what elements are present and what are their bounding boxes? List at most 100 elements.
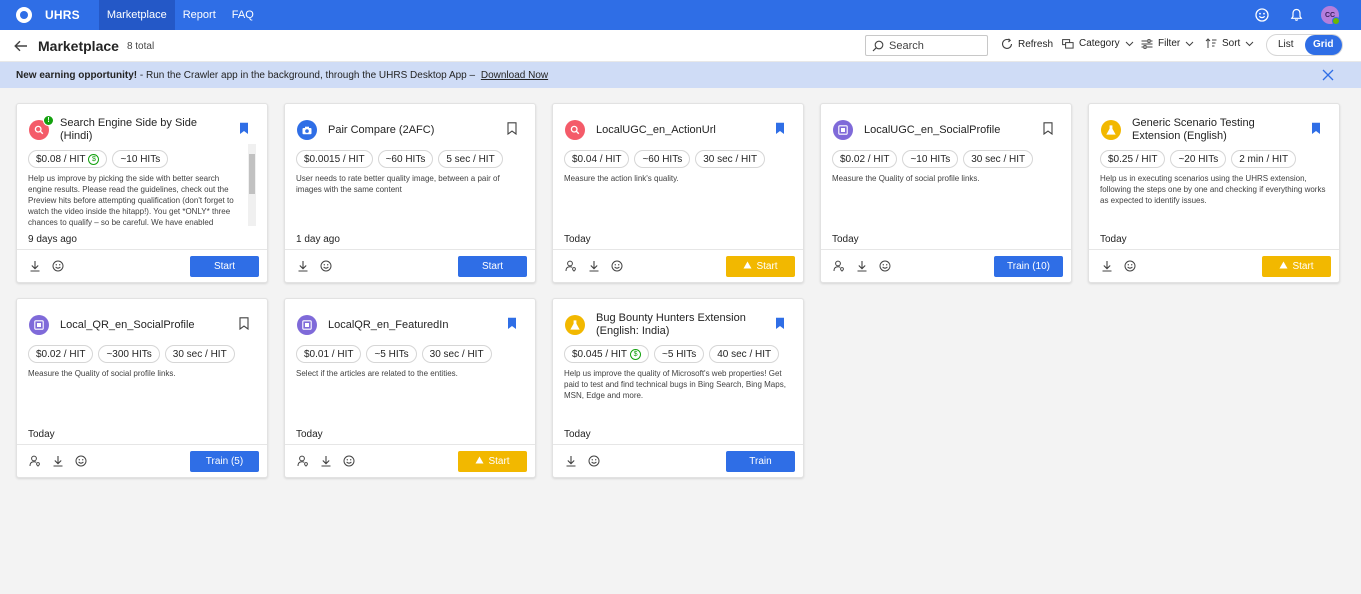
nav-tab-faq[interactable]: FAQ	[224, 0, 262, 30]
download-icon[interactable]	[297, 260, 309, 272]
hitapp-card-1: ! Search Engine Side by Side (Hindi) $0.…	[16, 103, 268, 283]
action-button-label: Start	[488, 456, 510, 467]
camera-icon	[297, 120, 317, 140]
price-pill-text: $0.02 / HIT	[36, 348, 86, 360]
bookmark-filled-icon[interactable]	[507, 317, 517, 330]
close-icon[interactable]	[1321, 68, 1335, 82]
download-icon[interactable]	[320, 455, 332, 467]
download-icon[interactable]	[1101, 260, 1113, 272]
feedback-smiley-icon[interactable]	[343, 455, 355, 467]
uhrs-logo-icon[interactable]	[16, 7, 32, 23]
bookmark-icon[interactable]	[507, 122, 517, 136]
price-pill: $0.25 / HIT	[1100, 150, 1166, 168]
bookmark-filled-icon[interactable]	[775, 122, 785, 135]
nav-tab-report[interactable]: Report	[175, 0, 224, 30]
start-button[interactable]: Start	[190, 256, 259, 277]
card-stats: $0.25 / HIT ~20 HITs 2 min / HIT	[1100, 150, 1297, 168]
qualification-user-icon[interactable]	[833, 260, 845, 272]
start-button[interactable]: Start	[726, 256, 795, 277]
start-button[interactable]: Start	[458, 451, 527, 472]
feedback-smiley-icon[interactable]	[611, 260, 623, 272]
scrollbar-thumb[interactable]	[249, 154, 255, 194]
hitapp-card-7: LocalQR_en_FeaturedIn $0.01 / HIT ~5 HITs…	[284, 298, 536, 478]
notification-bell-icon[interactable]	[1287, 6, 1305, 24]
download-icon[interactable]	[588, 260, 600, 272]
qualification-user-icon[interactable]	[565, 260, 577, 272]
card-title[interactable]: Generic Scenario Testing Extension (Engl…	[1132, 117, 1297, 143]
download-icon[interactable]	[52, 455, 64, 467]
price-pill: $0.02 / HIT	[832, 150, 898, 168]
download-icon[interactable]	[29, 260, 41, 272]
card-footer: Start	[285, 249, 535, 283]
nav-tab-marketplace[interactable]: Marketplace	[98, 0, 175, 30]
feedback-smiley-icon[interactable]	[1124, 260, 1136, 272]
user-avatar[interactable]: CC	[1321, 6, 1340, 25]
card-header: LocalUGC_en_SocialProfile	[833, 116, 1059, 144]
card-title[interactable]: LocalQR_en_FeaturedIn	[328, 319, 493, 332]
train-button[interactable]: Train (5)	[190, 451, 259, 472]
train-button[interactable]: Train	[726, 451, 795, 472]
bookmark-icon[interactable]	[1043, 122, 1053, 136]
refresh-button[interactable]: Refresh	[1001, 38, 1053, 50]
card-title[interactable]: Bug Bounty Hunters Extension (English: I…	[596, 312, 761, 338]
feedback-smiley-icon[interactable]	[588, 455, 600, 467]
grid-view-option[interactable]: Grid	[1304, 35, 1342, 55]
time-pill-text: 5 sec / HIT	[446, 153, 495, 165]
bookmark-filled-icon[interactable]	[1311, 122, 1321, 135]
card-title[interactable]: Local_QR_en_SocialProfile	[60, 319, 225, 332]
start-button[interactable]: Start	[458, 256, 527, 277]
feedback-smiley-icon[interactable]	[320, 260, 332, 272]
back-arrow-icon[interactable]	[14, 38, 30, 54]
earning-banner: New earning opportunity! - Run the Crawl…	[0, 62, 1361, 88]
time-pill-text: 30 sec / HIT	[971, 153, 1026, 165]
list-view-option[interactable]: List	[1267, 35, 1305, 55]
action-button-label: Train (5)	[205, 456, 244, 467]
card-date: Today	[832, 234, 859, 245]
card-title[interactable]: Pair Compare (2AFC)	[328, 124, 493, 137]
card-title[interactable]: Search Engine Side by Side (Hindi)	[60, 117, 225, 143]
local-icon	[29, 315, 49, 335]
hits-pill: ~5 HITs	[654, 345, 705, 363]
start-button[interactable]: Start	[1262, 256, 1331, 277]
card-title[interactable]: LocalUGC_en_ActionUrl	[596, 124, 761, 137]
download-icon[interactable]	[565, 455, 577, 467]
feedback-smiley-icon[interactable]	[879, 260, 891, 272]
hits-pill-text: ~60 HITs	[642, 153, 683, 165]
hitapp-card-8: Bug Bounty Hunters Extension (English: I…	[552, 298, 804, 478]
card-date: Today	[296, 429, 323, 440]
action-button-label: Start	[481, 261, 504, 272]
card-title[interactable]: LocalUGC_en_SocialProfile	[864, 124, 1029, 137]
qualification-user-icon[interactable]	[29, 455, 41, 467]
flask-icon	[1101, 120, 1121, 140]
feedback-smiley-icon[interactable]	[1253, 6, 1271, 24]
feedback-smiley-icon[interactable]	[75, 455, 87, 467]
qualification-user-icon[interactable]	[297, 455, 309, 467]
card-description: Measure the Quality of social profile li…	[28, 369, 176, 378]
category-label: Category	[1079, 38, 1120, 49]
bookmark-filled-icon[interactable]	[775, 317, 785, 330]
filter-dropdown[interactable]: Filter	[1141, 38, 1194, 49]
bookmark-icon[interactable]	[239, 317, 249, 331]
card-footer: Train (10)	[821, 249, 1071, 283]
action-button-label: Start	[1292, 261, 1314, 272]
description-scrollbar[interactable]	[248, 144, 256, 226]
search-input[interactable]: Search	[865, 35, 988, 56]
sort-dropdown[interactable]: Sort	[1205, 38, 1254, 49]
card-header: Generic Scenario Testing Extension (Engl…	[1101, 116, 1327, 144]
download-icon[interactable]	[856, 260, 868, 272]
category-dropdown[interactable]: Category	[1062, 38, 1134, 49]
card-stats: $0.045 / HIT $ ~5 HITs 40 sec / HIT	[564, 345, 780, 363]
download-now-link[interactable]: Download Now	[481, 70, 548, 81]
time-pill-text: 30 sec / HIT	[172, 348, 227, 360]
card-date: Today	[564, 429, 591, 440]
marketplace-header: Marketplace 8 total Search Refresh Categ…	[0, 30, 1361, 62]
bonus-dollar-icon: $	[630, 348, 642, 360]
feedback-smiley-icon[interactable]	[52, 260, 64, 272]
price-pill: $0.08 / HIT $	[28, 150, 108, 168]
train-button[interactable]: Train (10)	[994, 256, 1063, 277]
card-description: User needs to rate better quality image,…	[296, 174, 500, 194]
bookmark-filled-icon[interactable]	[239, 122, 249, 135]
card-header: Bug Bounty Hunters Extension (English: I…	[565, 311, 791, 339]
search-icon	[565, 120, 585, 140]
brand-name[interactable]: UHRS	[45, 8, 80, 22]
